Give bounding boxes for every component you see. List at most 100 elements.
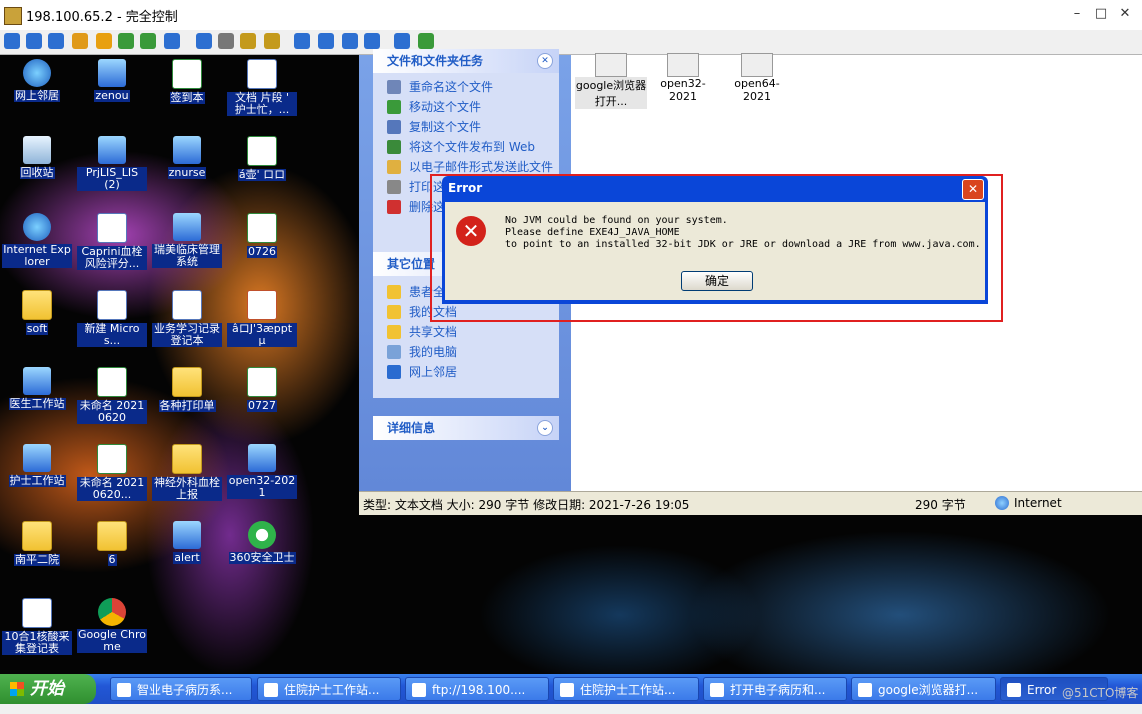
screenshot-icon[interactable]	[394, 33, 410, 49]
xls-icon	[172, 59, 202, 89]
desktop-icon[interactable]: 网上邻居	[2, 59, 72, 102]
desktop-icon[interactable]: znurse	[152, 136, 222, 179]
transfer-icon[interactable]	[72, 33, 88, 49]
file-item[interactable]: open32-2021	[647, 53, 719, 103]
task-link[interactable]: 我的电脑	[373, 342, 559, 362]
fullscreen-icon[interactable]	[318, 33, 334, 49]
desktop-icon[interactable]: 回收站	[2, 136, 72, 179]
desktop-icon[interactable]: âロJ'3æppt µ	[227, 290, 297, 347]
desktop-icon-label: âロJ'3æppt µ	[227, 323, 297, 347]
taskbar-button[interactable]: 打开电子病历和...	[703, 677, 847, 701]
maximize-button[interactable]: □	[1090, 4, 1112, 24]
desktop-icon[interactable]: 360安全卫士	[227, 521, 297, 564]
file-icon	[667, 53, 699, 77]
folder-icon	[172, 367, 202, 397]
desktop-icon[interactable]: 瑞美临床管理系统	[152, 213, 222, 268]
file-item[interactable]: google浏览器打开...	[575, 53, 647, 109]
taskbar: 开始 智业电子病历系... 住院护士工作站... ftp://198.100....…	[0, 674, 1142, 704]
desktop-icon[interactable]: 业务学习记录登记本	[152, 290, 222, 347]
desktop-icon[interactable]: 南平二院	[2, 521, 72, 566]
file-item[interactable]: open64-2021	[721, 53, 793, 103]
info-icon[interactable]	[96, 33, 112, 49]
chat-icon[interactable]	[118, 33, 134, 49]
ok-button[interactable]: 确定	[681, 271, 753, 291]
lock-icon[interactable]	[240, 33, 256, 49]
app-icon	[23, 367, 51, 395]
scale-icon[interactable]	[342, 33, 358, 49]
session-icon[interactable]	[4, 33, 20, 49]
status-bar: 类型: 文本文档 大小: 290 字节 修改日期: 2021-7-26 19:0…	[359, 491, 1142, 515]
error-line: Please define EXE4J_JAVA_HOME	[505, 227, 680, 238]
call-icon[interactable]	[140, 33, 156, 49]
task-label: 复制这个文件	[409, 120, 482, 134]
desktop-icon[interactable]: 文档 片段 ' 护士忙，...	[227, 59, 297, 116]
details-header[interactable]: 详细信息 ⌄	[373, 416, 559, 440]
desktop-icon[interactable]: 10合1核酸采集登记表	[2, 598, 72, 655]
chevron-down-icon[interactable]: ⌄	[537, 420, 553, 436]
taskbar-button-label: 住院护士工作站...	[580, 683, 676, 697]
desktop-icon[interactable]: 医生工作站	[2, 367, 72, 410]
desktop-icon[interactable]: zenou	[77, 59, 147, 102]
desktop-icon[interactable]: PrjLIS_LIS (2)	[77, 136, 147, 191]
console-icon[interactable]	[48, 33, 64, 49]
taskbar-button[interactable]: 住院护士工作站...	[257, 677, 401, 701]
task-link[interactable]: 网上邻居	[373, 362, 559, 382]
message-icon[interactable]	[164, 33, 180, 49]
desktop-icon[interactable]: Caprini血栓风险评分...	[77, 213, 147, 270]
desktop-icon[interactable]: Internet Explorer	[2, 213, 72, 268]
users-icon[interactable]	[218, 33, 234, 49]
file-icon	[741, 53, 773, 77]
close-button[interactable]: ✕	[1114, 4, 1136, 24]
desktop-icon[interactable]: Google Chrome	[77, 598, 147, 653]
file-tasks-header[interactable]: 文件和文件夹任务 ✕	[373, 49, 559, 73]
task-link[interactable]: 重命名这个文件	[373, 77, 559, 97]
taskbar-button[interactable]: google浏览器打...	[851, 677, 996, 701]
desktop-icon[interactable]: soft	[2, 290, 72, 335]
desktop-icon[interactable]: 签到本	[152, 59, 222, 104]
dialog-close-button[interactable]: ✕	[962, 179, 984, 200]
start-button[interactable]: 开始	[0, 674, 96, 704]
desktop-icon[interactable]: 未命名 20210620	[77, 367, 147, 424]
xls-icon	[247, 213, 277, 243]
task-link[interactable]: 将这个文件发布到 Web	[373, 137, 559, 157]
desktop-icon-label: znurse	[167, 166, 207, 179]
fit-icon[interactable]	[294, 33, 310, 49]
monitor-icon[interactable]	[26, 33, 42, 49]
task-icon	[387, 200, 401, 214]
task-icon	[387, 180, 401, 194]
collapse-icon[interactable]: ✕	[537, 53, 553, 69]
desktop-icon[interactable]: 新建 Micros...	[77, 290, 147, 347]
minimize-button[interactable]: –	[1066, 4, 1088, 24]
task-label: 移动这个文件	[409, 100, 482, 114]
desktop-icon-label: 未命名 20210620	[77, 400, 147, 424]
desktop-icon-label: 10合1核酸采集登记表	[2, 631, 72, 655]
desktop-icon[interactable]: open32-2021	[227, 444, 297, 499]
task-link[interactable]: 共享文档	[373, 322, 559, 342]
taskbar-button[interactable]: 智业电子病历系...	[110, 677, 252, 701]
taskbar-button[interactable]: 住院护士工作站...	[553, 677, 699, 701]
lock2-icon[interactable]	[264, 33, 280, 49]
desktop-icon[interactable]: 未命名 20210620...	[77, 444, 147, 501]
desktop-icon[interactable]: 各种打印单	[152, 367, 222, 412]
desktop-icon[interactable]: alert	[152, 521, 222, 564]
task-link[interactable]: 移动这个文件	[373, 97, 559, 117]
desktop-icon[interactable]: 神经外科血栓上报	[152, 444, 222, 501]
settings-icon[interactable]	[418, 33, 434, 49]
zoom-icon[interactable]	[364, 33, 380, 49]
desktop-icon[interactable]: 6	[77, 521, 147, 566]
desktop-icon[interactable]: 护士工作站	[2, 444, 72, 487]
details-title: 详细信息	[387, 421, 436, 435]
upload-icon[interactable]	[196, 33, 212, 49]
desktop-icon[interactable]: 0727	[227, 367, 297, 412]
trash-icon	[23, 136, 51, 164]
desktop-icon[interactable]: 0726	[227, 213, 297, 258]
folder-icon	[22, 521, 52, 551]
task-icon	[387, 285, 401, 299]
taskbar-button[interactable]: ftp://198.100....	[405, 677, 549, 701]
task-link[interactable]: 复制这个文件	[373, 117, 559, 137]
error-message: No JVM could be found on your system. Pl…	[505, 215, 981, 251]
task-label: 网上邻居	[409, 365, 458, 379]
desktop-icon-label: Caprini血栓风险评分...	[77, 246, 147, 270]
folder-icon	[22, 290, 52, 320]
desktop-icon[interactable]: á壶' ロロ	[227, 136, 297, 181]
